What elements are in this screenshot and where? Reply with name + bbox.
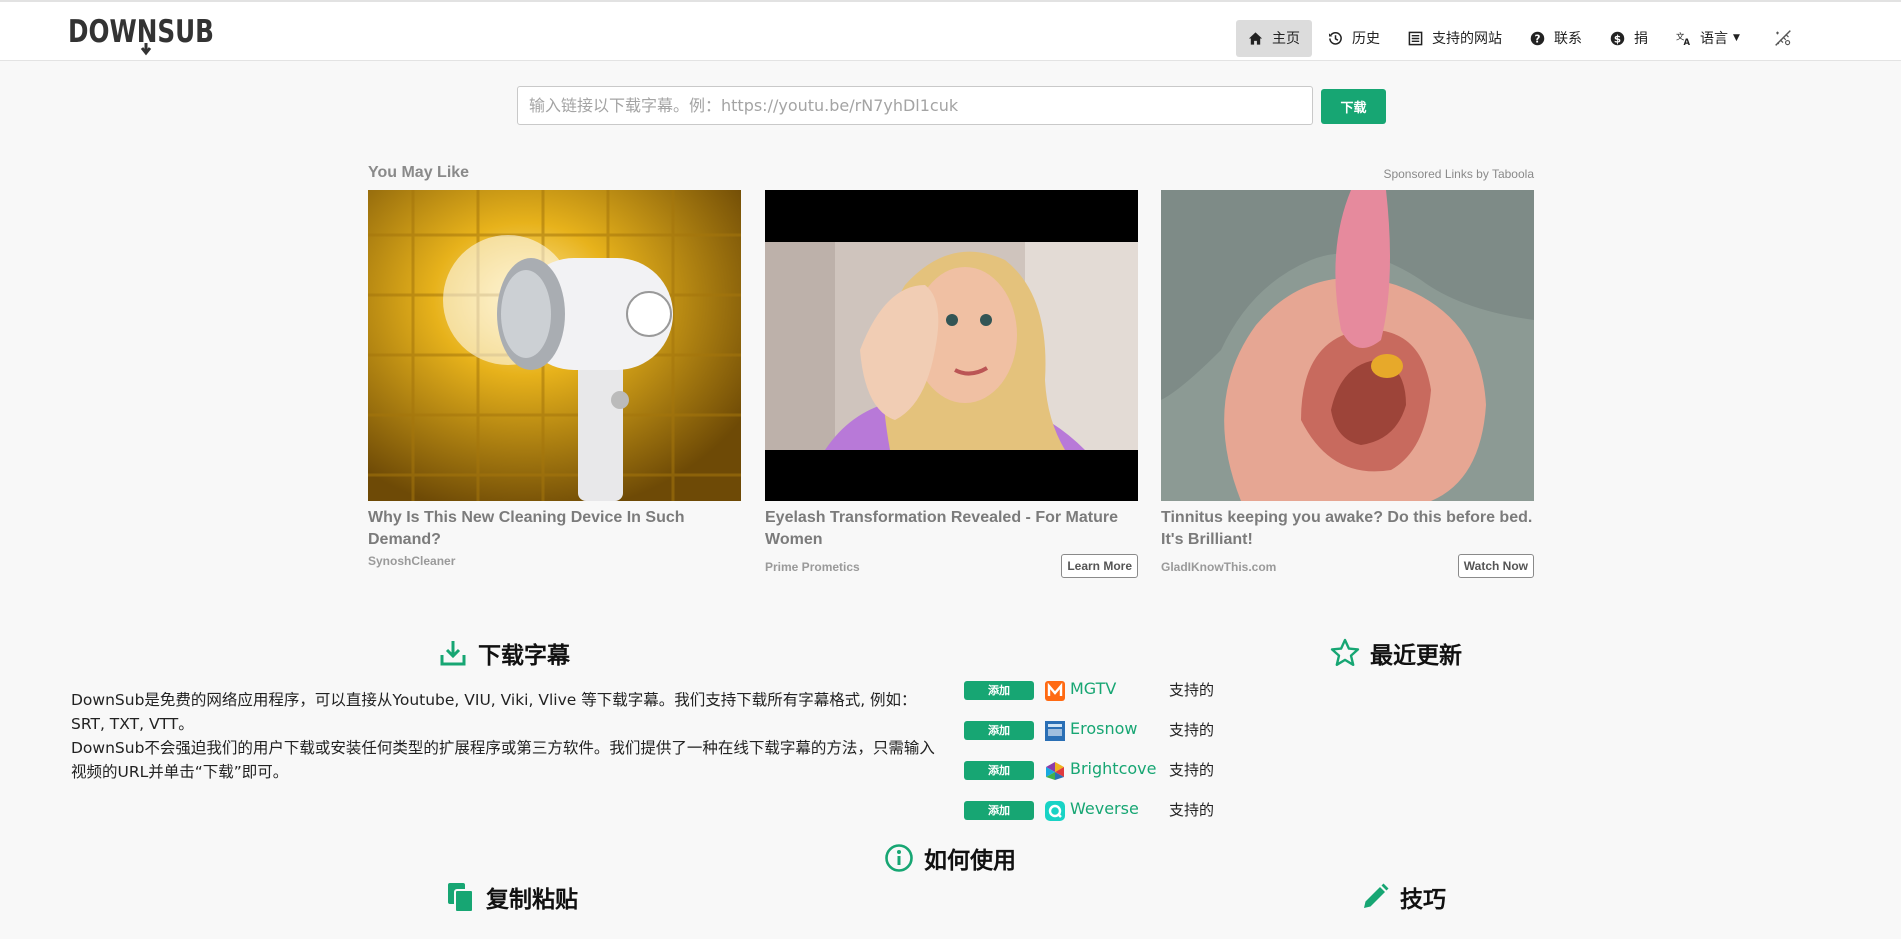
description: DownSub是免费的网络应用程序，可以直接从Youtube, VIU, Vik…: [71, 688, 941, 784]
ad-title[interactable]: Eyelash Transformation Revealed - For Ma…: [765, 507, 1138, 551]
description-paragraph: DownSub是免费的网络应用程序，可以直接从Youtube, VIU, Vik…: [71, 691, 917, 733]
weverse-logo-icon: [1045, 801, 1065, 821]
ad-image-eyelash[interactable]: [765, 190, 1138, 501]
recent-updates-heading: 最近更新: [1330, 636, 1462, 670]
update-row-weverse: 添加 Weverse 支持的: [964, 797, 1244, 837]
nav-supported-sites[interactable]: 支持的网站: [1396, 20, 1514, 57]
update-status: 支持的: [1169, 801, 1215, 819]
copy-paste-title: 复制粘贴: [486, 887, 578, 913]
learn-more-button[interactable]: Learn More: [1061, 554, 1138, 578]
added-badge: 添加: [964, 681, 1034, 700]
update-status: 支持的: [1169, 721, 1215, 739]
ad-title[interactable]: Tinnitus keeping you awake? Do this befo…: [1161, 507, 1534, 551]
nav-contact-label: 联系: [1554, 31, 1582, 47]
nav-history-label: 历史: [1352, 31, 1380, 47]
ad-brand[interactable]: Prime Prometics: [765, 560, 860, 574]
nav-language-label: 语言: [1700, 31, 1728, 47]
theme-toggle[interactable]: [1756, 20, 1806, 57]
recent-updates-title: 最近更新: [1370, 643, 1462, 669]
svg-text:A: A: [1684, 37, 1691, 46]
navbar: DOWNSUB 主页 历史 支持的网站 ? 联系 $ 捐 文A 语言 ▼: [0, 2, 1901, 61]
nav-home-label: 主页: [1272, 31, 1300, 47]
download-subtitles-heading: 下载字幕: [438, 636, 570, 670]
nav-donate-label: 捐: [1634, 31, 1648, 47]
update-name[interactable]: Erosnow: [1070, 719, 1137, 738]
download-button[interactable]: 下载: [1321, 89, 1386, 124]
star-icon: [1330, 638, 1360, 666]
update-row-erosnow: 添加 Erosnow 支持的: [964, 717, 1244, 757]
nav-contact[interactable]: ? 联系: [1518, 20, 1594, 57]
erosnow-logo-icon: [1045, 721, 1065, 741]
nav-history[interactable]: 历史: [1316, 20, 1392, 57]
question-circle-icon: ?: [1530, 31, 1545, 45]
nav-language-dropdown[interactable]: 文A 语言 ▼: [1664, 20, 1752, 57]
svg-text:?: ?: [1535, 33, 1541, 45]
ad-card[interactable]: Eyelash Transformation Revealed - For Ma…: [765, 190, 1138, 580]
update-name[interactable]: MGTV: [1070, 679, 1116, 698]
recent-updates-list: 添加 MGTV 支持的 添加 Erosnow 支持的 添加 Brightcove…: [964, 677, 1244, 837]
ad-image-cleaning-device[interactable]: [368, 190, 741, 501]
svg-text:DOWNSUB: DOWNSUB: [68, 14, 214, 50]
ad-image-ear-drop[interactable]: [1161, 190, 1534, 501]
ads-heading: You May Like: [368, 164, 470, 181]
downsub-logo[interactable]: DOWNSUB: [68, 12, 218, 60]
copy-paste-heading: 复制粘贴: [446, 880, 578, 914]
nav-home[interactable]: 主页: [1236, 19, 1312, 57]
copy-icon: [448, 883, 474, 913]
history-icon: [1328, 31, 1342, 45]
how-to-use-title: 如何使用: [924, 848, 1016, 874]
info-circle-icon: [885, 844, 913, 872]
download-subtitles-title: 下载字幕: [478, 643, 570, 669]
ad-card[interactable]: Why Is This New Cleaning Device In Such …: [368, 190, 741, 580]
ads-sponsor-label[interactable]: Sponsored Links by Taboola: [1382, 167, 1534, 181]
home-icon: [1248, 31, 1263, 45]
added-badge: 添加: [964, 721, 1034, 740]
update-name[interactable]: Brightcove: [1070, 759, 1156, 778]
update-name[interactable]: Weverse: [1070, 799, 1139, 818]
update-row-brightcove: 添加 Brightcove 支持的: [964, 757, 1244, 797]
brightcove-logo-icon: [1046, 762, 1064, 780]
ad-brand[interactable]: GladIKnowThis.com: [1161, 560, 1276, 574]
update-row-mgtv: 添加 MGTV 支持的: [964, 677, 1244, 717]
translate-icon: 文A: [1676, 31, 1691, 46]
added-badge: 添加: [964, 801, 1034, 820]
dollar-circle-icon: $: [1610, 31, 1625, 45]
update-status: 支持的: [1169, 681, 1215, 699]
theme-toggle-icon: [1775, 30, 1791, 46]
added-badge: 添加: [964, 761, 1034, 780]
list-icon: [1408, 31, 1423, 45]
watch-now-button[interactable]: Watch Now: [1457, 554, 1534, 578]
ad-card[interactable]: Tinnitus keeping you awake? Do this befo…: [1161, 190, 1534, 580]
nav-supported-sites-label: 支持的网站: [1432, 31, 1502, 47]
url-search-input[interactable]: [517, 86, 1313, 125]
ad-brand[interactable]: SynoshCleaner: [368, 554, 455, 568]
svg-text:$: $: [1614, 33, 1621, 45]
update-status: 支持的: [1169, 761, 1215, 779]
tips-title: 技巧: [1400, 887, 1446, 913]
ad-title[interactable]: Why Is This New Cleaning Device In Such …: [368, 507, 741, 551]
how-to-use-heading: 如何使用: [884, 841, 1016, 875]
pencil-icon: [1364, 883, 1389, 908]
description-paragraph: DownSub不会强迫我们的用户下载或安装任何类型的扩展程序或第三方软件。我们提…: [71, 739, 935, 781]
tips-heading: 技巧: [1360, 880, 1446, 914]
mgtv-logo-icon: [1045, 681, 1065, 701]
caret-down-icon: ▼: [1733, 33, 1740, 43]
main-nav: 主页 历史 支持的网站 ? 联系 $ 捐 文A 语言 ▼: [1236, 19, 1810, 57]
download-icon: [440, 641, 466, 666]
nav-donate[interactable]: $ 捐: [1598, 20, 1660, 57]
